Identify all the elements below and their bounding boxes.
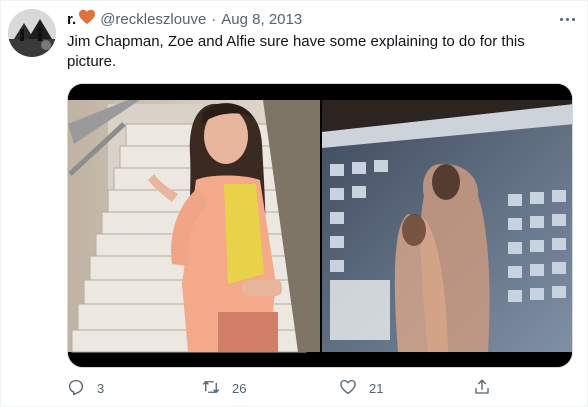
heart-icon [339,378,357,399]
like-count: 21 [369,380,384,396]
tweet-text: Jim Chapman, Zoe and Alfie sure have som… [67,33,525,70]
user-handle[interactable]: @reckleszlouve [100,10,206,30]
tweet-photo[interactable] [67,83,573,368]
action-bar: 3 26 21 [67,376,497,400]
reply-count: 3 [97,380,105,396]
tweet-header: r. @reckleszlouve · Aug 8, 2013 [67,9,302,31]
photo-collage [68,84,572,367]
retweet-count: 26 [232,380,247,396]
retweet-icon [202,378,220,399]
tweet-date[interactable]: Aug 8, 2013 [221,10,302,30]
separator-dot: · [211,11,217,28]
reply-button[interactable]: 3 [67,376,104,400]
like-button[interactable]: 21 [339,376,383,400]
reply-icon [67,378,85,399]
display-name[interactable]: r. [67,10,76,30]
heart-emoji [78,9,96,31]
tweet-card[interactable]: r. @reckleszlouve · Aug 8, 2013 Jim Chap… [0,0,588,407]
right-photo [322,100,572,352]
left-photo [68,100,320,353]
more-options-icon[interactable] [555,9,579,29]
avatar[interactable] [8,9,56,57]
retweet-button[interactable]: 26 [202,376,246,400]
share-button[interactable] [473,376,491,400]
avatar-image [8,9,56,57]
share-icon [473,378,491,399]
